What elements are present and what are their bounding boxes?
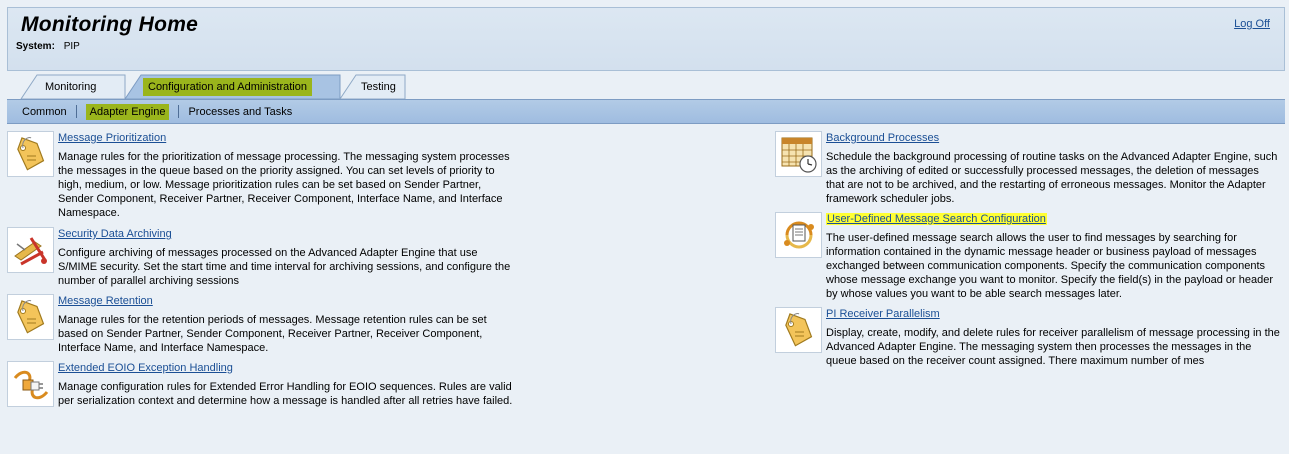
message-prioritization-link[interactable]: Message Prioritization — [58, 132, 166, 144]
subnav-divider — [178, 105, 180, 118]
description-line: Namespace. — [58, 207, 120, 219]
system-label: System: — [16, 41, 55, 52]
description-line: Schedule the background processing of ro… — [826, 151, 1278, 163]
calendar-clock-icon[interactable] — [775, 131, 822, 177]
tab-testing-label: Testing — [361, 81, 396, 93]
background-processes-link[interactable]: Background Processes — [826, 132, 939, 144]
message-prioritization-description: Manage rules for the prioritization of m… — [58, 150, 510, 220]
tag-icon[interactable] — [775, 307, 822, 353]
list-item-message-prioritization: Message Prioritization Manage rules for … — [7, 131, 527, 221]
description-line: Manage rules for the retention periods o… — [58, 314, 487, 326]
description-line: high, medium, or low. Message prioritiza… — [58, 179, 482, 191]
user-defined-message-search-configuration-link[interactable]: User-Defined Message Search Configuratio… — [826, 213, 1047, 225]
description-line: Interface Name, and Interface Namespace. — [58, 342, 269, 354]
list-item-background-processes: Background Processes Schedule the backgr… — [775, 131, 1285, 207]
message-retention-description: Manage rules for the retention periods o… — [58, 313, 487, 355]
description-line: S/MIME security. Set the start time and … — [58, 261, 511, 273]
system-value: PIP — [63, 41, 80, 52]
user-defined-message-search-description: The user-defined message search allows t… — [826, 231, 1273, 301]
log-off-link[interactable]: Log Off — [1234, 18, 1270, 30]
security-data-archiving-link[interactable]: Security Data Archiving — [58, 228, 172, 240]
description-line: as the archiving of edited or successful… — [826, 165, 1259, 177]
tag-icon[interactable] — [7, 294, 54, 340]
message-retention-link[interactable]: Message Retention — [58, 295, 153, 307]
background-processes-description: Schedule the background processing of ro… — [826, 150, 1277, 206]
subnav-common-label: Common — [22, 105, 67, 118]
tag-icon[interactable] — [7, 131, 54, 177]
list-item-extended-eoio-exception-handling: Extended EOIO Exception Handling Manage … — [7, 361, 527, 409]
description-line: Manage configuration rules for Extended … — [58, 381, 512, 393]
security-archive-icon[interactable] — [7, 227, 54, 273]
list-item-message-retention: Message Retention Manage rules for the r… — [7, 294, 527, 356]
description-line: framework scheduler jobs. — [826, 193, 955, 205]
message-search-icon[interactable] — [775, 212, 822, 258]
subnav-processes-and-tasks[interactable]: Processes and Tasks — [181, 106, 299, 118]
sub-navigation: Common Adapter Engine Processes and Task… — [7, 99, 1285, 124]
tab-monitoring[interactable]: Monitoring — [45, 81, 96, 93]
plug-icon[interactable] — [7, 361, 54, 407]
system-info: System: PIP — [16, 41, 80, 52]
subnav-processes-label: Processes and Tasks — [188, 105, 293, 118]
main-tabs: Monitoring Configuration and Administrat… — [7, 72, 1285, 99]
subnav-adapter-engine-label: Adapter Engine — [85, 103, 170, 120]
subnav-common[interactable]: Common — [15, 106, 74, 118]
description-line: that are not to be archived, and the res… — [826, 179, 1266, 191]
security-data-archiving-description: Configure archiving of messages processe… — [58, 246, 510, 288]
extended-eoio-description: Manage configuration rules for Extended … — [58, 380, 512, 408]
description-line: the messages in the queue based on the p… — [58, 165, 495, 177]
tab-monitoring-label: Monitoring — [45, 81, 97, 93]
description-line: based on Sender Partner, Sender Componen… — [58, 328, 483, 340]
description-line: Sender Component, Receiver Partner, Rece… — [58, 193, 503, 205]
list-item-security-data-archiving: Security Data Archiving Configure archiv… — [7, 227, 527, 289]
description-line: whose message exchange you want to monit… — [826, 274, 1273, 286]
subnav-adapter-engine[interactable]: Adapter Engine — [79, 103, 177, 120]
description-line: Configure archiving of messages processe… — [58, 247, 478, 259]
description-line: exchanged between communication componen… — [826, 260, 1266, 272]
description-line: number of parallel archiving sessions — [58, 275, 239, 287]
page-header: Monitoring Home Log Off System: PIP — [7, 7, 1285, 71]
description-line: Manage rules for the prioritization of m… — [58, 151, 510, 163]
description-line: information contained in the dynamic mes… — [826, 246, 1257, 258]
tab-testing[interactable]: Testing — [361, 81, 396, 93]
list-item-pi-receiver-parallelism: PI Receiver Parallelism Display, create,… — [775, 307, 1285, 369]
description-line: Display, create, modify, and delete rule… — [826, 327, 1280, 339]
list-item-user-defined-message-search-configuration: User-Defined Message Search Configuratio… — [775, 212, 1285, 302]
pi-receiver-parallelism-description: Display, create, modify, and delete rule… — [826, 326, 1280, 368]
tab-configuration-label: Configuration and Administration — [143, 78, 312, 96]
description-line: Advanced Adapter Engine. The messaging s… — [826, 341, 1252, 353]
description-line: by whose values you want to be able sear… — [826, 288, 1122, 300]
tab-configuration-and-administration[interactable]: Configuration and Administration — [143, 78, 312, 96]
page-title: Monitoring Home — [21, 13, 199, 36]
subnav-divider — [75, 105, 77, 118]
description-line: per serialization context and determine … — [58, 395, 513, 407]
description-line: The user-defined message search allows t… — [826, 232, 1237, 244]
pi-receiver-parallelism-link[interactable]: PI Receiver Parallelism — [826, 308, 940, 320]
description-line: queue based on the receiver count assign… — [826, 355, 1205, 367]
extended-eoio-exception-handling-link[interactable]: Extended EOIO Exception Handling — [58, 362, 233, 374]
